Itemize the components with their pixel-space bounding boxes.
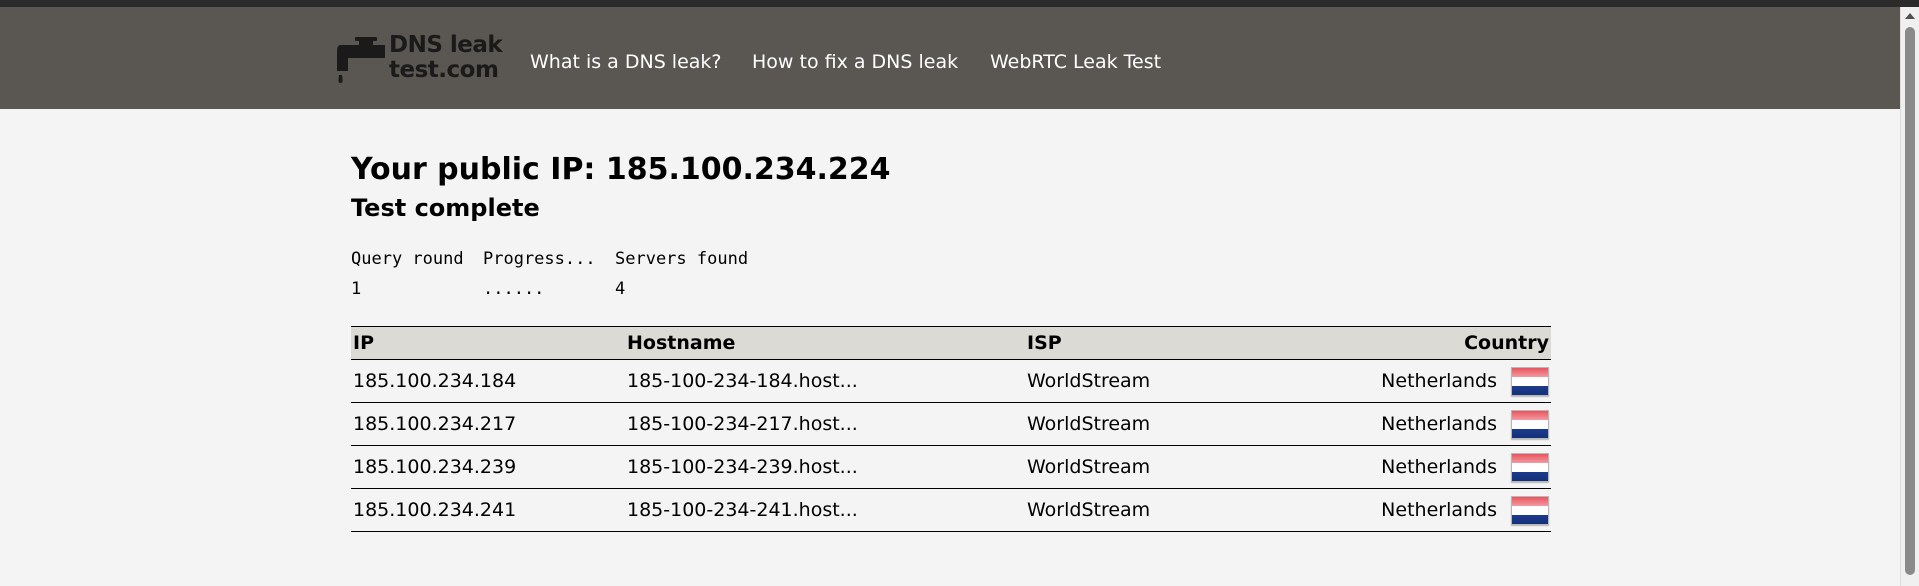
- netherlands-flag-icon: [1511, 495, 1549, 525]
- nav-link-what-is-dns-leak[interactable]: What is a DNS leak?: [530, 51, 722, 73]
- table-row: 185.100.234.241 185-100-234-241.host... …: [351, 488, 1551, 532]
- site-header: DNS leak test.com What is a DNS leak? Ho…: [0, 7, 1900, 109]
- column-header-country: Country: [1464, 332, 1549, 354]
- progress-query-round-value: 1: [351, 279, 362, 299]
- row-country-name: Netherlands: [1381, 456, 1497, 478]
- row-isp: WorldStream: [1025, 359, 1329, 403]
- progress-header-query-round: Query round: [351, 249, 464, 269]
- row-country: Netherlands: [1329, 359, 1551, 403]
- column-header-ip: IP: [353, 332, 374, 354]
- table-row: 185.100.234.184 185-100-234-184.host... …: [351, 359, 1551, 403]
- row-country: Netherlands: [1329, 402, 1551, 446]
- row-hostname: 185-100-234-239.host...: [625, 445, 1025, 489]
- row-hostname: 185-100-234-241.host...: [625, 488, 1025, 532]
- progress-header-progress: Progress...: [483, 249, 596, 269]
- logo-line-1: DNS leak: [389, 32, 503, 58]
- main-content: Your public IP: 185.100.234.224 Test com…: [351, 150, 1551, 532]
- row-country-name: Netherlands: [1381, 370, 1497, 392]
- progress-dots-value: ......: [483, 279, 545, 299]
- netherlands-flag-icon: [1511, 409, 1549, 439]
- nav-link-how-to-fix-dns-leak[interactable]: How to fix a DNS leak: [752, 51, 958, 73]
- row-isp: WorldStream: [1025, 445, 1329, 489]
- scrollbar-thumb[interactable]: [1905, 27, 1915, 575]
- faucet-icon: [337, 37, 385, 83]
- row-country-name: Netherlands: [1381, 499, 1497, 521]
- column-header-isp: ISP: [1027, 332, 1062, 354]
- table-header-row: IP Hostname ISP Country: [351, 326, 1551, 360]
- progress-header-row: Query round Progress... Servers found: [351, 244, 1551, 274]
- public-ip-title: Your public IP: 185.100.234.224: [351, 152, 891, 187]
- nav-link-webrtc-leak-test[interactable]: WebRTC Leak Test: [990, 51, 1161, 73]
- query-progress: Query round Progress... Servers found 1 …: [351, 244, 1551, 304]
- row-ip: 185.100.234.184: [351, 359, 625, 403]
- row-isp: WorldStream: [1025, 402, 1329, 446]
- progress-value-row: 1 ...... 4: [351, 274, 1551, 304]
- row-country-name: Netherlands: [1381, 413, 1497, 435]
- netherlands-flag-icon: [1511, 366, 1549, 396]
- row-country: Netherlands: [1329, 488, 1551, 532]
- site-logo[interactable]: DNS leak test.com: [337, 31, 503, 91]
- netherlands-flag-icon: [1511, 452, 1549, 482]
- vertical-scrollbar[interactable]: [1900, 7, 1919, 586]
- logo-line-2: test.com: [389, 57, 499, 83]
- row-isp: WorldStream: [1025, 488, 1329, 532]
- table-row: 185.100.234.239 185-100-234-239.host... …: [351, 445, 1551, 489]
- row-ip: 185.100.234.241: [351, 488, 625, 532]
- row-ip: 185.100.234.239: [351, 445, 625, 489]
- row-country: Netherlands: [1329, 445, 1551, 489]
- row-hostname: 185-100-234-217.host...: [625, 402, 1025, 446]
- progress-servers-found-value: 4: [615, 279, 626, 299]
- column-header-hostname: Hostname: [627, 332, 736, 354]
- browser-top-strip: [0, 0, 1919, 7]
- table-row: 185.100.234.217 185-100-234-217.host... …: [351, 402, 1551, 446]
- dns-servers-table: IP Hostname ISP Country 185.100.234.184 …: [351, 326, 1551, 532]
- row-ip: 185.100.234.217: [351, 402, 625, 446]
- scroll-up-arrow-icon[interactable]: [1905, 13, 1915, 19]
- test-status: Test complete: [351, 194, 540, 222]
- progress-header-servers-found: Servers found: [615, 249, 749, 269]
- row-hostname: 185-100-234-184.host...: [625, 359, 1025, 403]
